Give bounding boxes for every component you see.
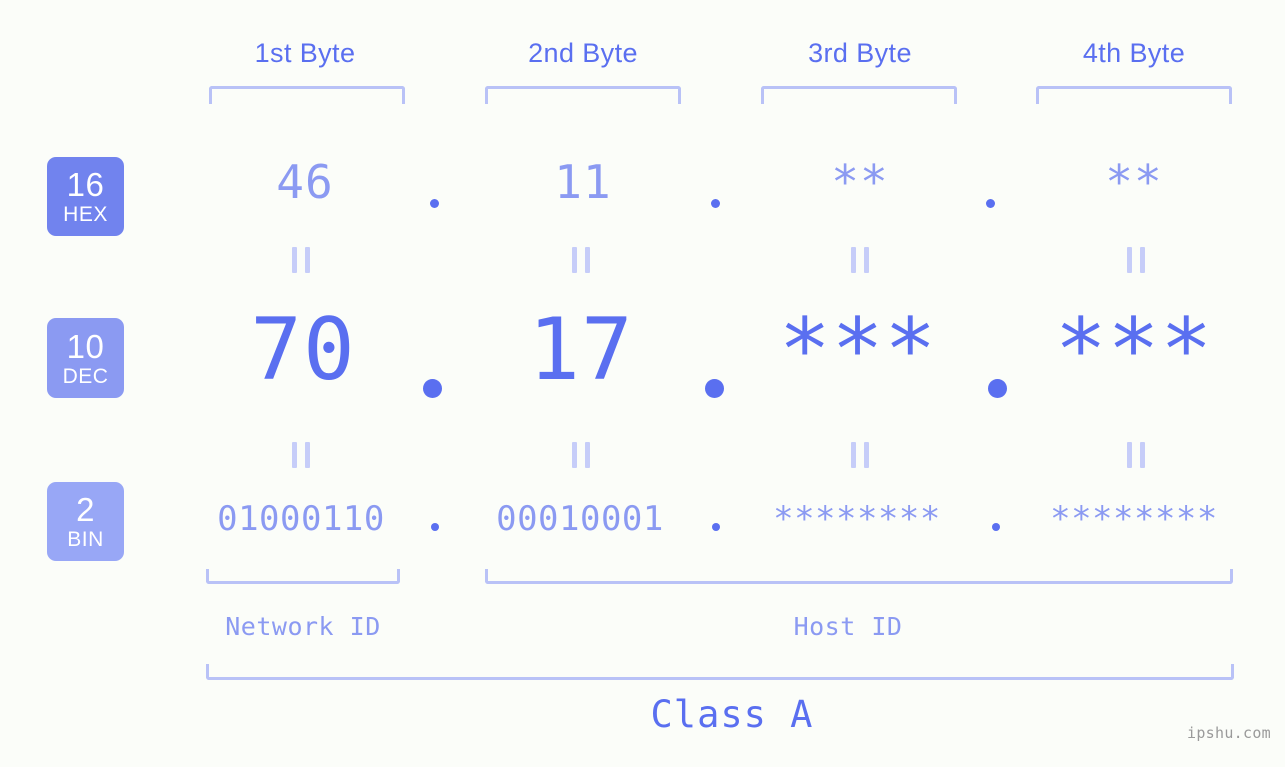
hex-byte-4-value: ** xyxy=(1105,155,1163,209)
bin-byte-4-value: ******** xyxy=(1050,499,1218,539)
bin-separator-dot-2 xyxy=(712,523,720,531)
site-watermark: ipshu.com xyxy=(1187,724,1271,742)
hex-byte-3-value: ** xyxy=(831,155,889,209)
byte-bracket-1 xyxy=(209,86,405,104)
hex-separator-dot-1 xyxy=(430,199,439,208)
equals-icon-dec-bin-4 xyxy=(1127,442,1145,468)
hex-separator-dot-3 xyxy=(986,199,995,208)
equals-icon-hex-dec-1 xyxy=(292,247,310,273)
byte-header-2: 2nd Byte xyxy=(528,38,638,68)
dec-separator-dot-2 xyxy=(705,379,724,398)
byte-header-4: 4th Byte xyxy=(1082,38,1186,68)
class-bracket xyxy=(206,664,1234,680)
equals-icon-hex-dec-2 xyxy=(572,247,590,273)
byte-header-1: 1st Byte xyxy=(254,38,356,68)
dec-byte-1-value: 70 xyxy=(250,300,356,400)
hex-byte-2-value: 11 xyxy=(554,155,612,209)
dec-byte-3-value: *** xyxy=(778,300,938,400)
base-badge-dec-number: 10 xyxy=(66,327,105,365)
dec-separator-dot-3 xyxy=(988,379,1007,398)
equals-icon-dec-bin-1 xyxy=(292,442,310,468)
host-id-label: Host ID xyxy=(793,612,903,641)
base-badge-hex-number: 16 xyxy=(66,166,105,203)
byte-bracket-2 xyxy=(485,86,681,104)
bin-separator-dot-3 xyxy=(992,523,1000,531)
byte-bracket-4 xyxy=(1036,86,1232,104)
bin-separator-dot-1 xyxy=(431,523,439,531)
bin-byte-3-value: ******** xyxy=(773,499,941,539)
base-badge-bin-abbr: BIN xyxy=(67,528,104,551)
base-badge-hex: 16 HEX xyxy=(47,157,124,236)
ip-breakdown-diagram: 1st Byte 2nd Byte 3rd Byte 4th Byte 16 H… xyxy=(0,0,1285,767)
network-id-label: Network ID xyxy=(225,612,381,641)
network-id-bracket xyxy=(206,569,400,584)
hex-byte-1-value: 46 xyxy=(276,155,334,209)
dec-separator-dot-1 xyxy=(423,379,442,398)
equals-icon-hex-dec-3 xyxy=(851,247,869,273)
base-badge-bin-number: 2 xyxy=(76,491,95,528)
base-badge-dec: 10 DEC xyxy=(47,318,124,398)
base-badge-bin: 2 BIN xyxy=(47,482,124,561)
host-id-bracket xyxy=(485,569,1233,584)
byte-header-3: 3rd Byte xyxy=(808,38,912,68)
bin-byte-1-value: 01000110 xyxy=(217,499,385,539)
hex-separator-dot-2 xyxy=(711,199,720,208)
base-badge-hex-abbr: HEX xyxy=(63,203,108,226)
class-label: Class A xyxy=(650,693,814,736)
equals-icon-dec-bin-2 xyxy=(572,442,590,468)
equals-icon-hex-dec-4 xyxy=(1127,247,1145,273)
dec-byte-4-value: *** xyxy=(1054,300,1214,400)
byte-bracket-3 xyxy=(761,86,957,104)
dec-byte-2-value: 17 xyxy=(528,300,634,400)
base-badge-dec-abbr: DEC xyxy=(62,364,109,388)
equals-icon-dec-bin-3 xyxy=(851,442,869,468)
bin-byte-2-value: 00010001 xyxy=(496,499,664,539)
